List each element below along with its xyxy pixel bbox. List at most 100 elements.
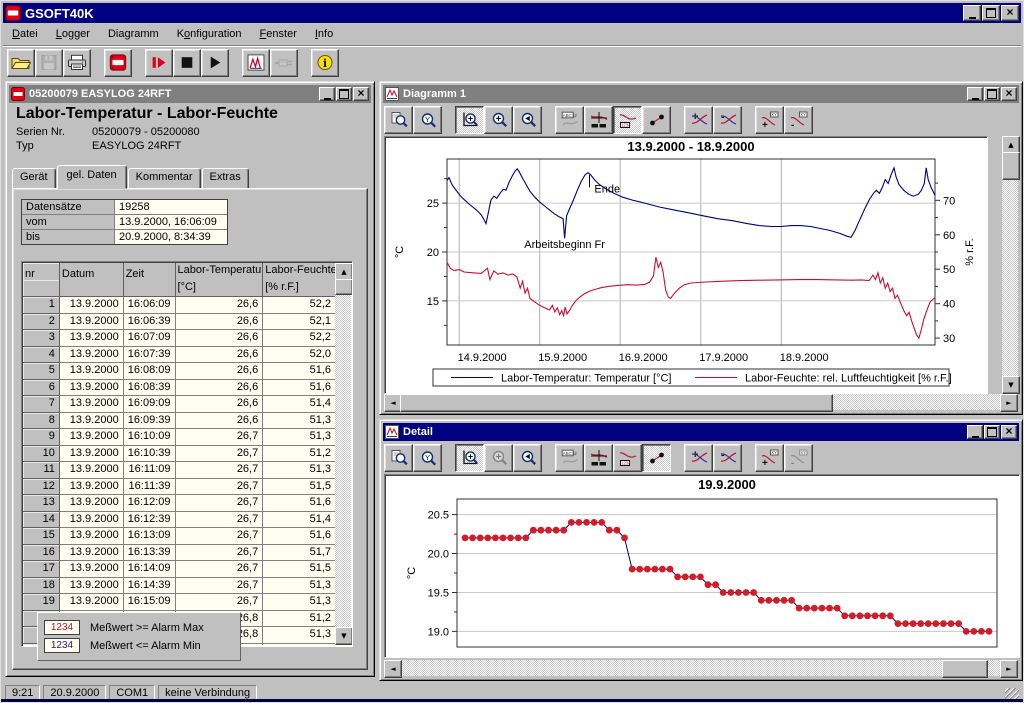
scrollbar-thumb[interactable] <box>335 279 353 295</box>
vertical-scrollbar[interactable]: ▲ ▼ <box>1002 136 1018 394</box>
curve-labels-button[interactable]: ABC12 <box>555 444 584 472</box>
program-info-button[interactable]: i <box>311 49 339 77</box>
zoom-document-button[interactable] <box>384 444 413 472</box>
zoom-window-button[interactable]: + <box>455 106 484 134</box>
minimize-button[interactable] <box>967 425 983 439</box>
print-button[interactable] <box>63 49 91 77</box>
table-row[interactable]: 913.9.200016:10:0926,751,3 <box>23 429 335 446</box>
read-data-button[interactable] <box>145 49 173 77</box>
show-points-button[interactable] <box>642 444 671 472</box>
remove-xy-curve-button[interactable]: XY- <box>784 444 813 472</box>
table-row[interactable]: 1413.9.200016:12:3926,751,4 <box>23 512 335 529</box>
add-curve-button[interactable]: + <box>684 106 713 134</box>
minimize-button[interactable] <box>963 5 981 21</box>
new-diagram-button[interactable] <box>242 49 270 77</box>
tab-kommentar[interactable]: Kommentar <box>128 168 201 189</box>
logger-device-button[interactable] <box>104 49 132 77</box>
menu-item-logger[interactable]: Logger <box>47 26 99 42</box>
column-header[interactable]: Labor-Temperatur <box>176 263 264 280</box>
add-xy-curve-button[interactable]: XY+ <box>755 444 784 472</box>
minimize-button[interactable] <box>967 87 983 101</box>
table-row[interactable]: 113.9.200016:06:0926,652,2 <box>23 297 335 314</box>
remove-xy-curve-button[interactable]: XY- <box>784 106 813 134</box>
maximize-button[interactable] <box>984 425 1000 439</box>
table-row[interactable]: 313.9.200016:07:0926,652,2 <box>23 330 335 347</box>
scroll-left-button[interactable]: ◄ <box>384 660 402 678</box>
detail-chart[interactable]: 19.9.200019.019.520.020.5°C <box>384 474 1020 658</box>
table-row[interactable]: 213.9.200016:06:3926,652,1 <box>23 314 335 331</box>
scroll-right-button[interactable]: ► <box>1000 660 1018 678</box>
table-row[interactable]: 1113.9.200016:11:0926,751,3 <box>23 462 335 479</box>
measure-values-button[interactable]: 1234 <box>613 106 642 134</box>
measure-values-button[interactable]: 1234 <box>613 444 642 472</box>
horizontal-scrollbar[interactable]: ◄ ► <box>384 660 1018 676</box>
scroll-down-button[interactable]: ▼ <box>1002 376 1020 394</box>
table-row[interactable]: 1513.9.200016:13:0926,751,6 <box>23 528 335 545</box>
menu-item-datei[interactable]: Datei <box>3 26 47 42</box>
table-row[interactable]: 513.9.200016:08:0926,651,6 <box>23 363 335 380</box>
scroll-right-button[interactable]: ► <box>1000 394 1018 412</box>
table-row[interactable]: 713.9.200016:09:0926,651,4 <box>23 396 335 413</box>
menu-item-fenster[interactable]: Fenster <box>251 26 306 42</box>
zoom-previous-button[interactable] <box>513 444 542 472</box>
serial-port-button[interactable] <box>270 49 298 77</box>
table-row[interactable]: 1613.9.200016:13:3926,751,7 <box>23 545 335 562</box>
zoom-in-button[interactable]: + <box>484 444 513 472</box>
svg-text:20.0: 20.0 <box>428 549 449 561</box>
coordinate-crosshair-button[interactable] <box>584 444 613 472</box>
maximize-button[interactable] <box>336 87 352 101</box>
column-header[interactable]: nr <box>23 263 60 280</box>
zoom-y-axis-button[interactable]: Y <box>413 444 442 472</box>
show-points-button[interactable] <box>642 106 671 134</box>
table-row[interactable]: 1813.9.200016:14:3926,751,3 <box>23 578 335 595</box>
table-row[interactable]: 1213.9.200016:11:3926,751,5 <box>23 479 335 496</box>
menu-item-diagramm[interactable]: Diagramm <box>99 26 168 42</box>
close-button[interactable]: × <box>1001 425 1017 439</box>
table-row[interactable]: 813.9.200016:09:3926,651,3 <box>23 413 335 430</box>
menu-item-info[interactable]: Info <box>306 26 342 42</box>
table-row[interactable]: 1713.9.200016:14:0926,751,5 <box>23 561 335 578</box>
svg-text:Labor-Feuchte: rel. Luftfeucht: Labor-Feuchte: rel. Luftfeuchtigkeit [% … <box>745 373 952 385</box>
tab-gel-daten[interactable]: gel. Daten <box>57 165 127 189</box>
open-file-button[interactable] <box>7 49 35 77</box>
zoom-document-button[interactable] <box>384 106 413 134</box>
close-button[interactable]: × <box>1001 87 1017 101</box>
scrollbar-thumb[interactable] <box>400 394 833 412</box>
start-button[interactable] <box>201 49 229 77</box>
scrollbar-thumb[interactable] <box>1002 152 1020 180</box>
zoom-window-button[interactable]: + <box>455 444 484 472</box>
close-button[interactable]: × <box>1001 5 1019 21</box>
add-curve-button[interactable]: + <box>684 444 713 472</box>
save-file-button[interactable] <box>35 49 63 77</box>
zoom-y-axis-button[interactable]: Y <box>413 106 442 134</box>
scroll-down-button[interactable]: ▼ <box>335 627 353 645</box>
table-row[interactable]: 413.9.200016:07:3926,652,0 <box>23 347 335 364</box>
remove-curve-button[interactable]: - <box>713 106 742 134</box>
maximize-button[interactable] <box>982 5 1000 21</box>
table-row[interactable]: 1013.9.200016:10:3926,751,2 <box>23 446 335 463</box>
zoom-in-button[interactable]: + <box>484 106 513 134</box>
horizontal-scrollbar[interactable]: ◄ ► <box>384 394 1018 410</box>
column-header[interactable]: Labor-Feuchte <box>263 263 335 280</box>
column-header[interactable]: Datum <box>60 263 124 280</box>
scrollbar-thumb[interactable] <box>942 660 988 678</box>
stop-button[interactable] <box>173 49 201 77</box>
curve-labels-button[interactable]: ABC12 <box>555 106 584 134</box>
data-table[interactable]: nrDatumZeitLabor-TemperaturLabor-Feuchte… <box>21 261 353 647</box>
column-header[interactable]: Zeit <box>124 263 176 280</box>
table-row[interactable]: 1313.9.200016:12:0926,751,6 <box>23 495 335 512</box>
table-row[interactable]: 1913.9.200016:15:0926,751,3 <box>23 594 335 611</box>
tab-extras[interactable]: Extras <box>202 168 249 189</box>
menu-item-konfiguration[interactable]: Konfiguration <box>168 26 251 42</box>
minimize-button[interactable] <box>319 87 335 101</box>
zoom-previous-button[interactable] <box>513 106 542 134</box>
remove-curve-button[interactable]: - <box>713 444 742 472</box>
table-row[interactable]: 613.9.200016:08:3926,651,6 <box>23 380 335 397</box>
coordinate-crosshair-button[interactable] <box>584 106 613 134</box>
maximize-button[interactable] <box>984 87 1000 101</box>
add-xy-curve-button[interactable]: XY+ <box>755 106 784 134</box>
close-button[interactable]: × <box>353 87 369 101</box>
diagram1-chart[interactable]: 13.9.2000 - 18.9.20001520253040506070°C%… <box>384 136 988 394</box>
tab-gerät[interactable]: Gerät <box>12 168 56 189</box>
table-vertical-scrollbar[interactable]: ▲ ▼ <box>335 263 351 645</box>
